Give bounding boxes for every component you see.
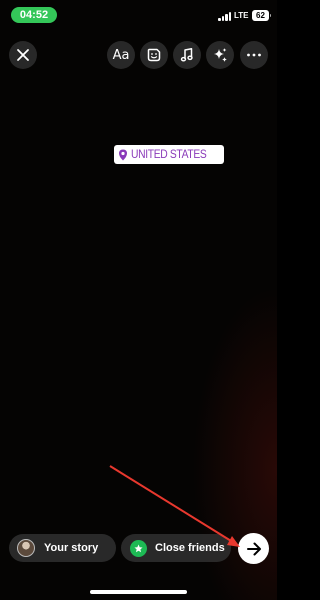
sticker-icon xyxy=(147,48,161,62)
location-sticker[interactable]: UNITED STATES xyxy=(114,145,224,164)
story-editor-screen: 04:52 LTE 62 Aa UNITED STATES Your story… xyxy=(0,0,277,600)
music-button[interactable] xyxy=(173,41,201,69)
music-note-icon xyxy=(180,48,193,62)
sticker-button[interactable] xyxy=(140,41,168,69)
more-icon xyxy=(247,53,261,57)
close-button[interactable] xyxy=(9,41,37,69)
star-icon xyxy=(134,544,143,552)
annotation-arrow xyxy=(109,465,240,547)
text-tool-button[interactable]: Aa xyxy=(107,41,135,69)
send-button[interactable] xyxy=(238,533,269,564)
status-bar: 04:52 LTE 62 xyxy=(0,0,277,30)
home-indicator xyxy=(90,590,187,594)
close-friends-badge xyxy=(130,539,147,557)
battery-level: 62 xyxy=(256,11,265,20)
text-tool-label: Aa xyxy=(112,47,130,63)
your-story-button[interactable]: Your story xyxy=(9,534,116,562)
close-friends-label: Close friends xyxy=(155,542,225,554)
signal-icon xyxy=(218,12,232,21)
battery-icon: 62 xyxy=(252,10,271,21)
your-story-label: Your story xyxy=(44,542,99,554)
more-button[interactable] xyxy=(240,41,268,69)
effects-button[interactable] xyxy=(206,41,234,69)
close-icon xyxy=(17,49,29,61)
arrow-right-icon xyxy=(246,542,261,555)
network-type: LTE xyxy=(234,11,249,20)
status-time: 04:52 xyxy=(11,7,57,23)
sparkles-icon xyxy=(214,48,227,62)
location-label: UNITED STATES xyxy=(131,147,207,161)
location-pin-icon xyxy=(119,149,127,160)
avatar xyxy=(17,539,35,557)
close-friends-button[interactable]: Close friends xyxy=(121,534,231,562)
